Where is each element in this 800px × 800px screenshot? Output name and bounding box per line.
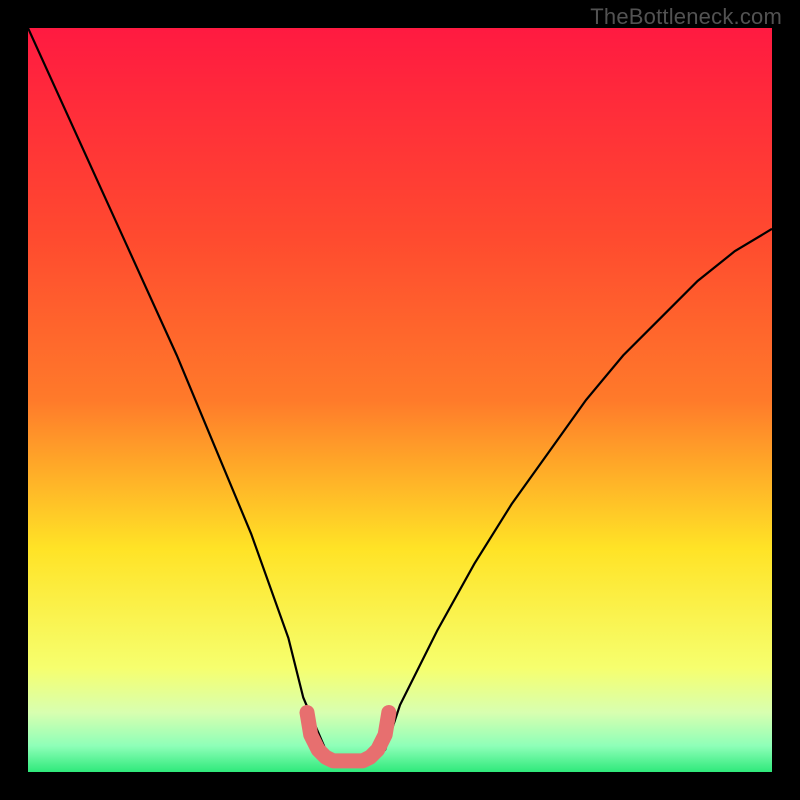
chart-frame: TheBottleneck.com <box>0 0 800 800</box>
bottleneck-chart <box>28 28 772 772</box>
chart-background <box>28 28 772 772</box>
watermark-label: TheBottleneck.com <box>590 4 782 30</box>
